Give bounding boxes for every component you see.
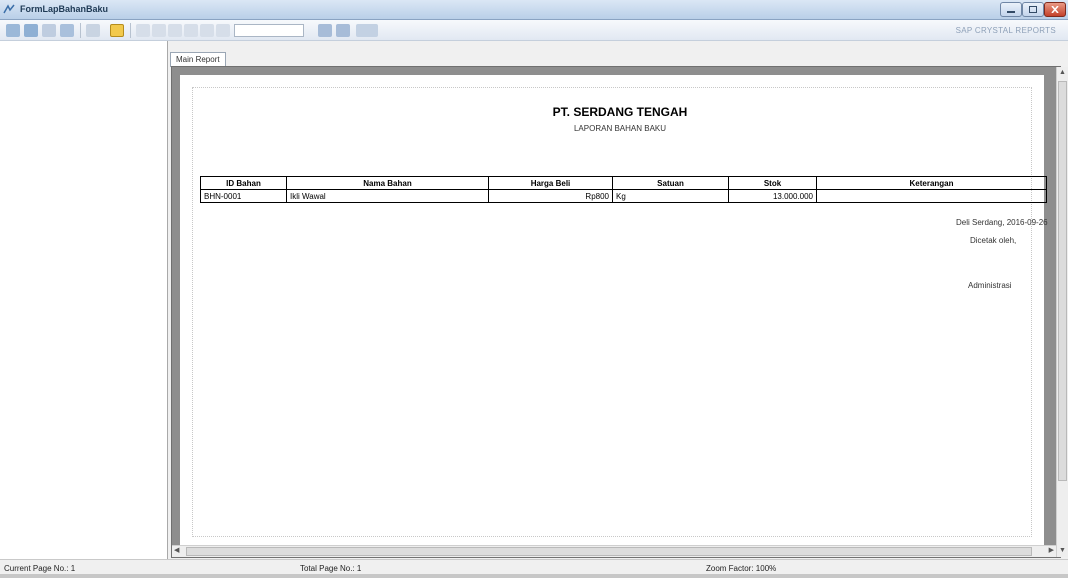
first-page-icon[interactable] [136, 24, 150, 37]
group-tree-icon[interactable] [110, 24, 124, 37]
maximize-button[interactable] [1022, 2, 1044, 17]
column-header: ID Bahan [200, 176, 287, 190]
previous-page-icon[interactable] [152, 24, 166, 37]
close-button[interactable] [1044, 2, 1066, 17]
scroll-down-icon[interactable]: ▼ [1059, 546, 1066, 556]
tab-main-report[interactable]: Main Report [170, 52, 226, 67]
report-table: ID Bahan Nama Bahan Harga Beli Satuan St… [200, 176, 1047, 203]
export-icon[interactable] [6, 24, 20, 37]
scroll-up-icon[interactable]: ▲ [1059, 68, 1066, 78]
page-margin-guide [192, 87, 1032, 537]
binoculars-icon[interactable] [336, 24, 350, 37]
column-header: Harga Beli [488, 176, 613, 190]
next-page-icon[interactable] [168, 24, 182, 37]
close-icon [1051, 6, 1059, 13]
minimize-icon [1007, 11, 1015, 13]
group-tree-panel[interactable] [0, 41, 168, 559]
search-input[interactable] [234, 24, 304, 37]
brand-label: SAP CRYSTAL REPORTS [955, 26, 1056, 35]
table-row: BHN-0001 Ikli Wawal Rp800 Kg 13.000.000 [200, 189, 1047, 203]
column-header: Stok [728, 176, 817, 190]
cell-keterangan [816, 189, 1047, 203]
cell-harga: Rp800 [488, 189, 613, 203]
search-icon[interactable] [318, 24, 332, 37]
toggle-tree-icon[interactable] [86, 24, 100, 37]
window-title: FormLapBahanBaku [20, 4, 109, 14]
company-name: PT. SERDANG TENGAH [552, 105, 688, 119]
last-page-icon[interactable] [184, 24, 198, 37]
column-header: Keterangan [816, 176, 1047, 190]
app-icon [3, 4, 15, 14]
cell-id: BHN-0001 [200, 189, 287, 203]
title-bar: FormLapBahanBaku [0, 0, 1068, 20]
scroll-right-icon[interactable]: ▶ [1049, 546, 1054, 556]
cell-stok: 13.000.000 [728, 189, 817, 203]
report-toolbar: SAP CRYSTAL REPORTS [0, 20, 1068, 41]
zoom-status: Zoom Factor: 100% [706, 564, 777, 573]
zoom-dropdown-icon[interactable] [356, 24, 378, 37]
printed-by: Dicetak oleh, [970, 236, 1017, 245]
column-header: Satuan [612, 176, 729, 190]
print-icon[interactable] [24, 24, 38, 37]
horizontal-scrollbar[interactable]: ◀ ▶ [172, 545, 1056, 557]
cell-nama: Ikli Wawal [286, 189, 489, 203]
vertical-scrollbar[interactable]: ▲ ▼ [1056, 67, 1068, 557]
goto-page-icon[interactable] [200, 24, 214, 37]
maximize-icon [1029, 6, 1037, 13]
horizontal-scroll-thumb[interactable] [186, 547, 1032, 556]
minimize-button[interactable] [1000, 2, 1022, 17]
column-header: Nama Bahan [286, 176, 489, 190]
close-view-icon[interactable] [216, 24, 230, 37]
total-page-status: Total Page No.: 1 [300, 564, 362, 573]
table-header-row: ID Bahan Nama Bahan Harga Beli Satuan St… [200, 176, 1047, 190]
tab-label: Main Report [176, 55, 220, 64]
place-date: Deli Serdang, 2016-09-26 [956, 218, 1048, 227]
copy-icon[interactable] [60, 24, 74, 37]
scroll-left-icon[interactable]: ◀ [174, 546, 179, 556]
signer-name: Administrasi [968, 281, 1012, 290]
refresh-icon[interactable] [42, 24, 56, 37]
current-page-status: Current Page No.: 1 [4, 564, 76, 573]
taskbar-strip [0, 574, 1068, 578]
report-title: LAPORAN BAHAN BAKU [573, 124, 667, 133]
cell-satuan: Kg [612, 189, 729, 203]
vertical-scroll-thumb[interactable] [1058, 81, 1067, 481]
